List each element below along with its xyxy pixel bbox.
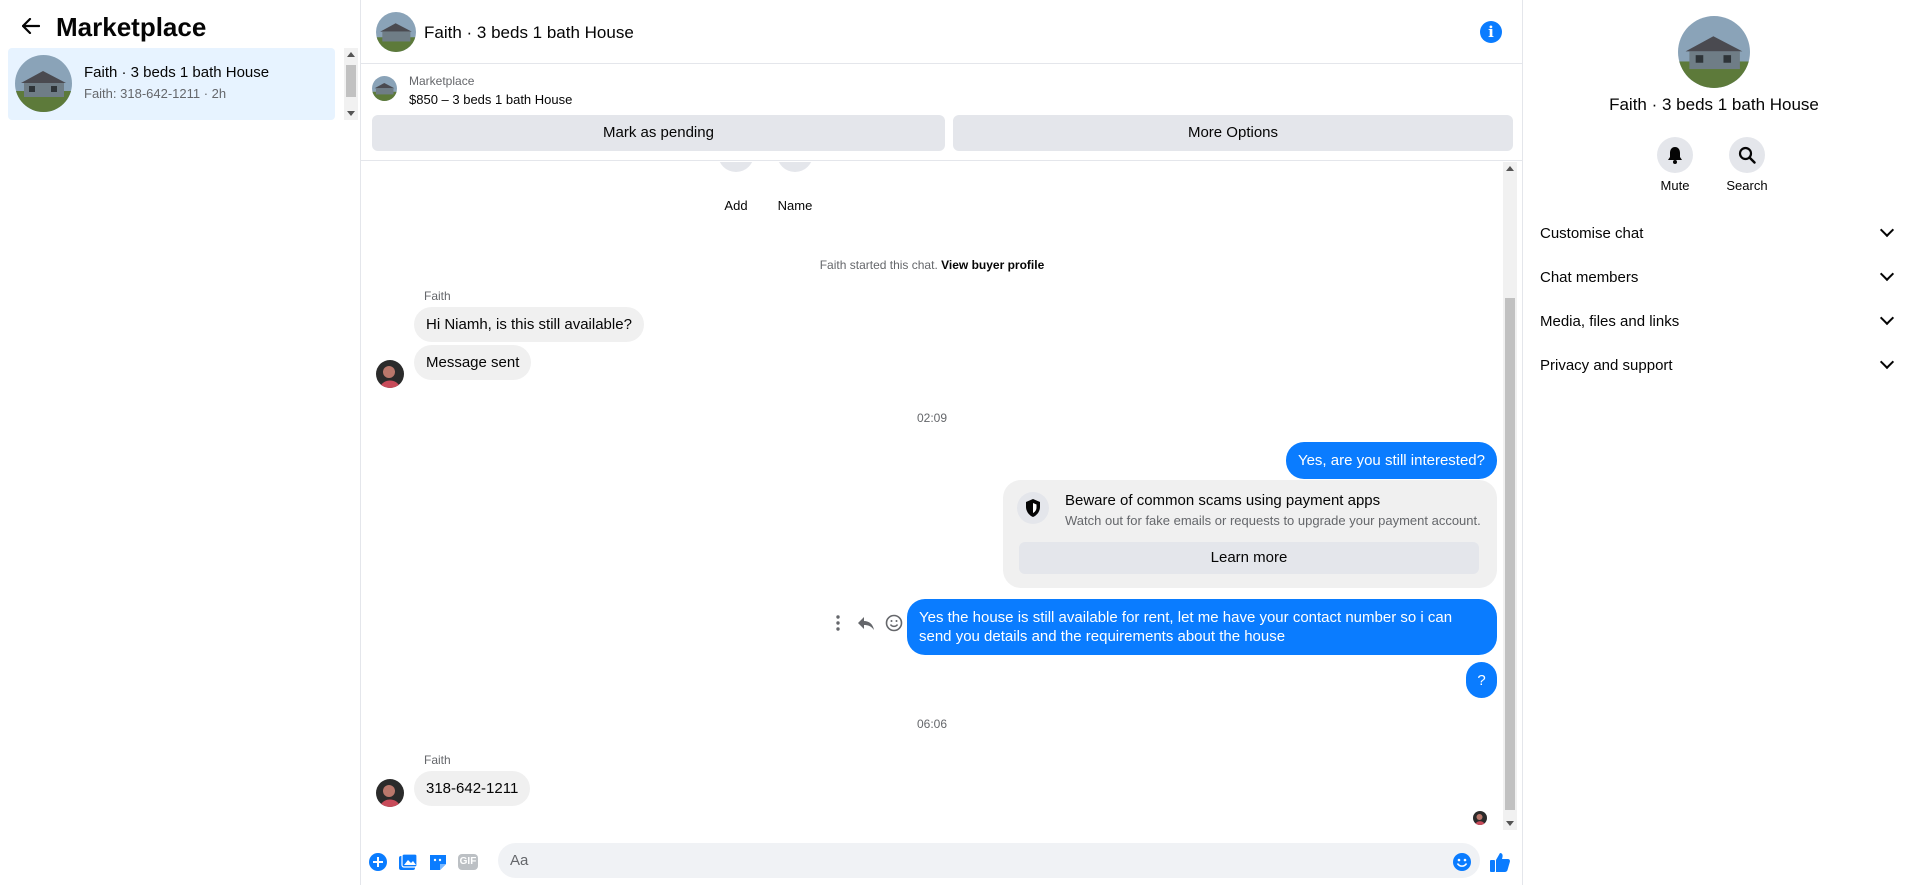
profile-avatar[interactable] [1678, 16, 1750, 88]
scroll-thumb[interactable] [1505, 298, 1515, 810]
emoji-icon[interactable] [1451, 851, 1473, 873]
add-person-icon [727, 162, 745, 163]
section-chat-members[interactable]: Chat members [1540, 259, 1900, 295]
chevron-down-icon [1879, 266, 1895, 282]
bell-icon [1668, 147, 1682, 164]
section-customise-chat[interactable]: Customise chat [1540, 215, 1900, 251]
chat-started-notice: Faith started this chat. View buyer prof… [361, 258, 1503, 272]
scroll-up-icon[interactable] [1506, 166, 1514, 171]
conversation-item[interactable]: Faith · 3 beds 1 bath House Faith: 318-6… [8, 48, 335, 120]
name-label: Name [777, 198, 813, 213]
sender-avatar[interactable] [376, 360, 404, 388]
message-thread: Add Name Faith started this chat. View b… [361, 162, 1523, 830]
section-label: Customise chat [1540, 224, 1644, 242]
name-chat-button[interactable] [777, 162, 813, 172]
house-thumbnail [15, 55, 72, 112]
mute-button[interactable] [1657, 137, 1693, 173]
sender-avatar[interactable] [376, 779, 404, 807]
search-icon [1738, 146, 1756, 164]
incoming-message[interactable]: Hi Niamh, is this still available? [414, 307, 644, 342]
add-label: Add [724, 198, 748, 213]
scam-warning-title: Beware of common scams using payment app… [1065, 492, 1381, 509]
outgoing-message[interactable]: ? [1466, 662, 1497, 698]
mute-label: Mute [1660, 178, 1690, 193]
conversation-list-panel: Marketplace Faith · 3 beds 1 bath House … [0, 0, 361, 885]
search-label: Search [1726, 178, 1768, 193]
section-label: Chat members [1540, 268, 1639, 286]
conversation-list-scrollbar[interactable] [344, 48, 358, 120]
message-input[interactable] [498, 843, 1480, 878]
incoming-message[interactable]: Message sent [414, 345, 532, 380]
conversation-preview: Faith: 318-642-1211 · 2h [84, 86, 227, 101]
shield-icon [1017, 492, 1049, 524]
chat-header: Faith · 3 beds 1 bath House i [361, 0, 1523, 64]
info-icon[interactable]: i [1480, 21, 1502, 43]
sender-name: Faith [424, 753, 451, 767]
scam-warning-card: Beware of common scams using payment app… [1003, 480, 1497, 588]
chevron-down-icon [1879, 310, 1895, 326]
message-scrollbar[interactable] [1503, 162, 1517, 830]
chat-title[interactable]: Faith · 3 beds 1 bath House [424, 23, 634, 43]
listing-title[interactable]: $850 – 3 beds 1 bath House [409, 92, 572, 107]
read-receipt-avatar [1473, 811, 1487, 825]
listing-source-label: Marketplace [409, 74, 475, 88]
gif-icon[interactable]: GIF [457, 851, 479, 873]
add-person-button[interactable] [718, 162, 754, 172]
section-label: Privacy and support [1540, 356, 1673, 374]
mark-pending-button[interactable]: Mark as pending [372, 115, 945, 151]
listing-bar: Marketplace $850 – 3 beds 1 bath House M… [361, 64, 1523, 161]
outgoing-message[interactable]: Yes, are you still interested? [1285, 442, 1497, 479]
search-button[interactable] [1729, 137, 1765, 173]
conversation-title: Faith · 3 beds 1 bath House [84, 64, 270, 81]
listing-thumbnail[interactable] [372, 76, 397, 101]
reply-icon[interactable] [855, 612, 877, 634]
sender-name: Faith [424, 289, 451, 303]
view-buyer-profile-link[interactable]: View buyer profile [941, 258, 1044, 272]
scroll-thumb[interactable] [346, 65, 356, 97]
plus-circle-icon[interactable] [367, 851, 389, 873]
more-options-button[interactable]: More Options [953, 115, 1513, 151]
left-header: Marketplace [0, 0, 361, 48]
outgoing-message[interactable]: Yes the house is still available for ren… [907, 599, 1497, 655]
sticker-icon[interactable] [427, 851, 449, 873]
thumbs-up-icon[interactable] [1489, 851, 1511, 873]
back-arrow-icon[interactable] [18, 13, 44, 39]
section-media-files-links[interactable]: Media, files and links [1540, 303, 1900, 339]
scroll-down-icon[interactable] [1506, 821, 1514, 826]
learn-more-button[interactable]: Learn more [1019, 542, 1479, 574]
messenger-app: Marketplace Faith · 3 beds 1 bath House … [0, 0, 1918, 885]
panel-title: Marketplace [56, 12, 207, 42]
chat-avatar[interactable] [376, 12, 416, 52]
scroll-up-icon[interactable] [347, 52, 355, 57]
gif-label: GIF [458, 854, 478, 870]
incoming-message[interactable]: 318-642-1211 [414, 771, 531, 806]
react-smiley-icon[interactable] [883, 612, 905, 634]
scroll-down-icon[interactable] [347, 111, 355, 116]
more-vertical-icon[interactable] [827, 612, 849, 634]
timestamp: 02:09 [916, 411, 948, 425]
profile-title: Faith · 3 beds 1 bath House [1609, 95, 1819, 114]
message-hover-actions [827, 612, 905, 634]
scam-warning-subtitle: Watch out for fake emails or requests to… [1065, 513, 1481, 528]
chat-info-panel: Faith · 3 beds 1 bath House Mute Search … [1524, 0, 1918, 885]
chevron-down-icon [1879, 222, 1895, 238]
section-privacy-support[interactable]: Privacy and support [1540, 347, 1900, 383]
photo-icon[interactable] [397, 851, 419, 873]
chevron-down-icon [1879, 354, 1895, 370]
chat-started-text: Faith started this chat. [819, 258, 938, 272]
chat-panel: Faith · 3 beds 1 bath House i Marketplac… [361, 0, 1523, 885]
section-label: Media, files and links [1540, 312, 1680, 330]
message-composer: GIF [361, 840, 1523, 885]
timestamp: 06:06 [916, 717, 948, 731]
